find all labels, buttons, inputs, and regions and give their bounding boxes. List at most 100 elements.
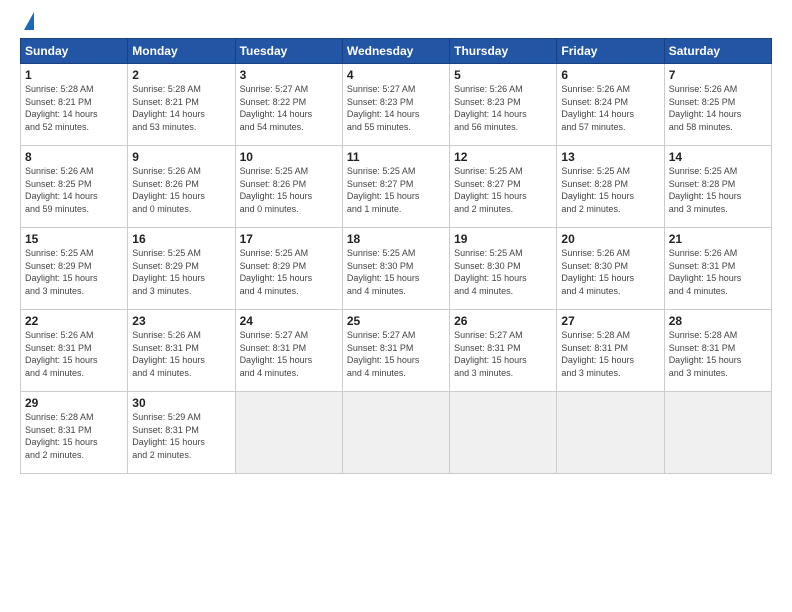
calendar-week-row: 29Sunrise: 5:28 AM Sunset: 8:31 PM Dayli… [21,392,772,474]
calendar-day-cell: 15Sunrise: 5:25 AM Sunset: 8:29 PM Dayli… [21,228,128,310]
day-number: 18 [347,232,445,246]
day-number: 9 [132,150,230,164]
calendar-day-cell: 1Sunrise: 5:28 AM Sunset: 8:21 PM Daylig… [21,64,128,146]
calendar-day-cell: 24Sunrise: 5:27 AM Sunset: 8:31 PM Dayli… [235,310,342,392]
day-info-text: Sunrise: 5:25 AM Sunset: 8:28 PM Dayligh… [561,165,659,215]
day-info-text: Sunrise: 5:25 AM Sunset: 8:30 PM Dayligh… [454,247,552,297]
calendar-day-cell: 9Sunrise: 5:26 AM Sunset: 8:26 PM Daylig… [128,146,235,228]
day-number: 17 [240,232,338,246]
day-info-text: Sunrise: 5:26 AM Sunset: 8:30 PM Dayligh… [561,247,659,297]
day-number: 3 [240,68,338,82]
calendar-day-cell: 12Sunrise: 5:25 AM Sunset: 8:27 PM Dayli… [450,146,557,228]
day-info-text: Sunrise: 5:25 AM Sunset: 8:29 PM Dayligh… [132,247,230,297]
day-info-text: Sunrise: 5:25 AM Sunset: 8:27 PM Dayligh… [454,165,552,215]
day-info-text: Sunrise: 5:28 AM Sunset: 8:21 PM Dayligh… [132,83,230,133]
day-number: 5 [454,68,552,82]
calendar-day-cell [664,392,771,474]
day-number: 16 [132,232,230,246]
calendar-week-row: 1Sunrise: 5:28 AM Sunset: 8:21 PM Daylig… [21,64,772,146]
day-info-text: Sunrise: 5:28 AM Sunset: 8:31 PM Dayligh… [25,411,123,461]
day-info-text: Sunrise: 5:25 AM Sunset: 8:27 PM Dayligh… [347,165,445,215]
calendar-col-thursday: Thursday [450,39,557,64]
day-info-text: Sunrise: 5:26 AM Sunset: 8:25 PM Dayligh… [669,83,767,133]
calendar-day-cell: 16Sunrise: 5:25 AM Sunset: 8:29 PM Dayli… [128,228,235,310]
calendar-week-row: 8Sunrise: 5:26 AM Sunset: 8:25 PM Daylig… [21,146,772,228]
calendar-day-cell: 23Sunrise: 5:26 AM Sunset: 8:31 PM Dayli… [128,310,235,392]
calendar-day-cell: 3Sunrise: 5:27 AM Sunset: 8:22 PM Daylig… [235,64,342,146]
calendar-week-row: 22Sunrise: 5:26 AM Sunset: 8:31 PM Dayli… [21,310,772,392]
calendar-day-cell: 7Sunrise: 5:26 AM Sunset: 8:25 PM Daylig… [664,64,771,146]
calendar-header-row: SundayMondayTuesdayWednesdayThursdayFrid… [21,39,772,64]
day-info-text: Sunrise: 5:25 AM Sunset: 8:28 PM Dayligh… [669,165,767,215]
day-number: 6 [561,68,659,82]
day-info-text: Sunrise: 5:25 AM Sunset: 8:26 PM Dayligh… [240,165,338,215]
day-number: 12 [454,150,552,164]
calendar-day-cell: 4Sunrise: 5:27 AM Sunset: 8:23 PM Daylig… [342,64,449,146]
calendar-day-cell: 26Sunrise: 5:27 AM Sunset: 8:31 PM Dayli… [450,310,557,392]
day-number: 14 [669,150,767,164]
calendar-day-cell: 13Sunrise: 5:25 AM Sunset: 8:28 PM Dayli… [557,146,664,228]
day-number: 24 [240,314,338,328]
calendar-day-cell: 20Sunrise: 5:26 AM Sunset: 8:30 PM Dayli… [557,228,664,310]
calendar-day-cell: 6Sunrise: 5:26 AM Sunset: 8:24 PM Daylig… [557,64,664,146]
logo-arrow-icon [24,12,34,30]
calendar-col-tuesday: Tuesday [235,39,342,64]
calendar-day-cell [450,392,557,474]
day-info-text: Sunrise: 5:25 AM Sunset: 8:30 PM Dayligh… [347,247,445,297]
day-number: 28 [669,314,767,328]
day-info-text: Sunrise: 5:28 AM Sunset: 8:21 PM Dayligh… [25,83,123,133]
day-number: 26 [454,314,552,328]
calendar-day-cell: 10Sunrise: 5:25 AM Sunset: 8:26 PM Dayli… [235,146,342,228]
day-number: 30 [132,396,230,410]
calendar-day-cell: 17Sunrise: 5:25 AM Sunset: 8:29 PM Dayli… [235,228,342,310]
day-info-text: Sunrise: 5:28 AM Sunset: 8:31 PM Dayligh… [561,329,659,379]
day-info-text: Sunrise: 5:26 AM Sunset: 8:31 PM Dayligh… [669,247,767,297]
day-info-text: Sunrise: 5:25 AM Sunset: 8:29 PM Dayligh… [25,247,123,297]
day-info-text: Sunrise: 5:26 AM Sunset: 8:23 PM Dayligh… [454,83,552,133]
calendar-col-wednesday: Wednesday [342,39,449,64]
page: SundayMondayTuesdayWednesdayThursdayFrid… [0,0,792,612]
day-info-text: Sunrise: 5:26 AM Sunset: 8:31 PM Dayligh… [25,329,123,379]
calendar-col-saturday: Saturday [664,39,771,64]
calendar-day-cell: 5Sunrise: 5:26 AM Sunset: 8:23 PM Daylig… [450,64,557,146]
day-info-text: Sunrise: 5:26 AM Sunset: 8:26 PM Dayligh… [132,165,230,215]
day-number: 13 [561,150,659,164]
day-number: 2 [132,68,230,82]
calendar-day-cell: 30Sunrise: 5:29 AM Sunset: 8:31 PM Dayli… [128,392,235,474]
day-number: 21 [669,232,767,246]
day-number: 27 [561,314,659,328]
day-info-text: Sunrise: 5:26 AM Sunset: 8:31 PM Dayligh… [132,329,230,379]
day-number: 1 [25,68,123,82]
day-number: 20 [561,232,659,246]
day-number: 11 [347,150,445,164]
logo [20,16,34,30]
day-number: 15 [25,232,123,246]
calendar-day-cell: 19Sunrise: 5:25 AM Sunset: 8:30 PM Dayli… [450,228,557,310]
day-number: 25 [347,314,445,328]
day-number: 7 [669,68,767,82]
calendar-day-cell: 18Sunrise: 5:25 AM Sunset: 8:30 PM Dayli… [342,228,449,310]
calendar-day-cell: 29Sunrise: 5:28 AM Sunset: 8:31 PM Dayli… [21,392,128,474]
day-number: 23 [132,314,230,328]
calendar-col-friday: Friday [557,39,664,64]
header [20,16,772,30]
day-number: 22 [25,314,123,328]
calendar-day-cell: 21Sunrise: 5:26 AM Sunset: 8:31 PM Dayli… [664,228,771,310]
calendar-day-cell: 28Sunrise: 5:28 AM Sunset: 8:31 PM Dayli… [664,310,771,392]
day-info-text: Sunrise: 5:25 AM Sunset: 8:29 PM Dayligh… [240,247,338,297]
day-number: 29 [25,396,123,410]
calendar-col-monday: Monday [128,39,235,64]
calendar-day-cell: 22Sunrise: 5:26 AM Sunset: 8:31 PM Dayli… [21,310,128,392]
day-number: 10 [240,150,338,164]
day-info-text: Sunrise: 5:27 AM Sunset: 8:31 PM Dayligh… [454,329,552,379]
calendar-day-cell: 2Sunrise: 5:28 AM Sunset: 8:21 PM Daylig… [128,64,235,146]
calendar-day-cell [557,392,664,474]
day-info-text: Sunrise: 5:26 AM Sunset: 8:25 PM Dayligh… [25,165,123,215]
day-info-text: Sunrise: 5:28 AM Sunset: 8:31 PM Dayligh… [669,329,767,379]
calendar-day-cell: 14Sunrise: 5:25 AM Sunset: 8:28 PM Dayli… [664,146,771,228]
calendar-day-cell [342,392,449,474]
day-info-text: Sunrise: 5:26 AM Sunset: 8:24 PM Dayligh… [561,83,659,133]
day-number: 19 [454,232,552,246]
calendar-table: SundayMondayTuesdayWednesdayThursdayFrid… [20,38,772,474]
calendar-day-cell: 8Sunrise: 5:26 AM Sunset: 8:25 PM Daylig… [21,146,128,228]
